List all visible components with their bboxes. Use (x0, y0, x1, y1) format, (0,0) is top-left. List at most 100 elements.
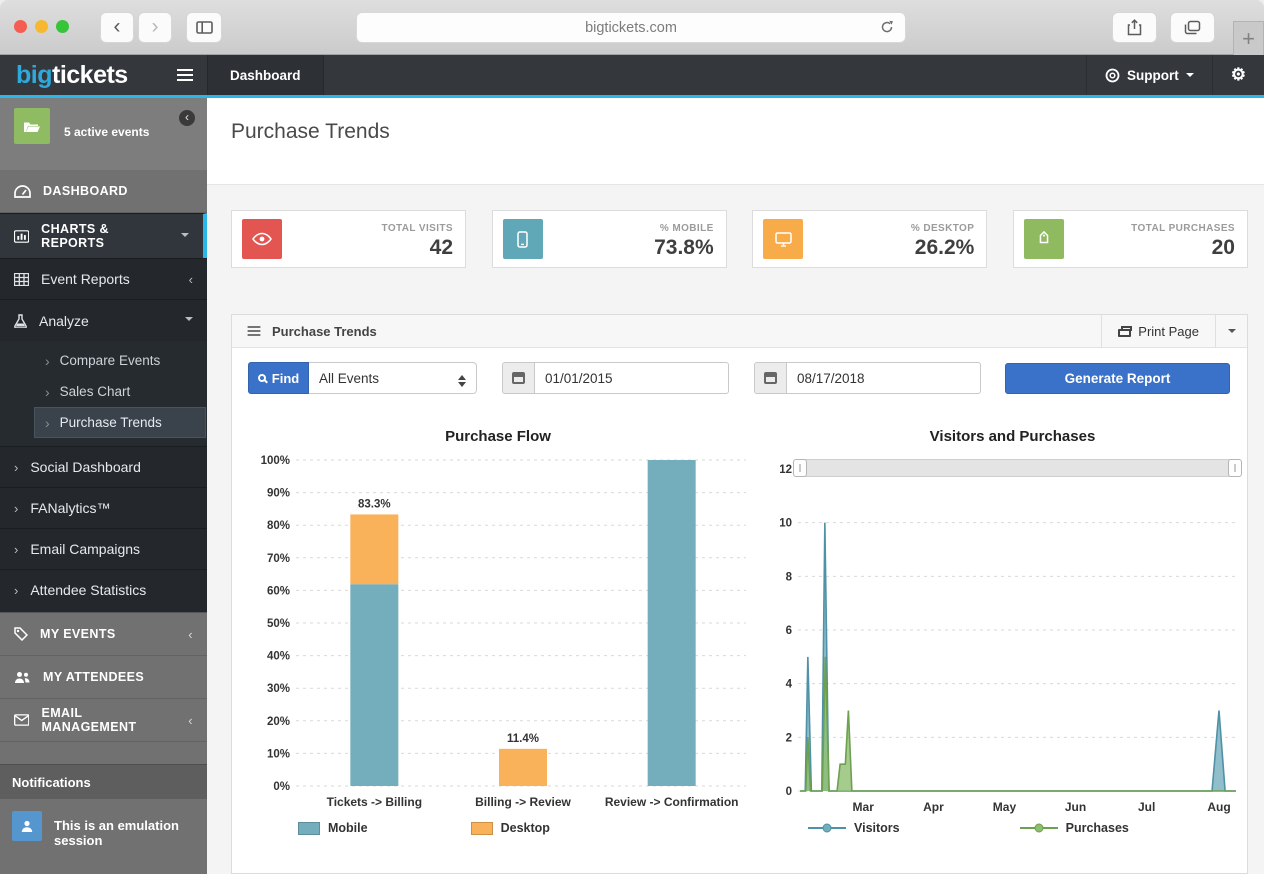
event-filter-select[interactable]: All Events (309, 362, 477, 394)
search-icon (258, 374, 266, 382)
svg-text:0: 0 (786, 786, 792, 798)
svg-text:0%: 0% (273, 781, 290, 793)
chart-title: Visitors and Purchases (768, 428, 1257, 445)
chevron-down-icon (1228, 329, 1236, 337)
active-events-count: 5 active events (64, 125, 149, 139)
brand-logo[interactable]: bigtickets (16, 61, 128, 90)
slider-handle-right[interactable] (1228, 459, 1242, 477)
sidebar-item-analyze[interactable]: Analyze (0, 299, 207, 341)
sidebar: 5 active events ‹ DASHBOARD CHARTS & REP… (0, 98, 207, 874)
forward-button[interactable]: › (138, 12, 172, 43)
close-window-button[interactable] (14, 20, 27, 33)
bar-chart-icon (14, 230, 29, 243)
calendar-icon[interactable] (502, 362, 534, 394)
browser-chrome: ‹ › bigtickets.com + (0, 0, 1264, 55)
submenu-compare-events[interactable]: ›Compare Events (0, 345, 207, 376)
purchase-flow-plot: 0%10%20%30%40%50%60%70%80%90%100%83.3%Ti… (240, 445, 756, 817)
sidebar-item-my-attendees[interactable]: MY ATTENDEES (0, 656, 207, 699)
user-icon (12, 811, 42, 841)
notification-text: This is an emulation session (54, 818, 195, 848)
share-button[interactable] (1112, 12, 1157, 43)
toggle-sidebar-button[interactable] (186, 12, 222, 43)
date-to-input[interactable] (786, 362, 981, 394)
svg-text:4: 4 (786, 679, 793, 691)
folder-open-icon (23, 119, 41, 134)
panel-options-button[interactable] (1215, 315, 1247, 348)
svg-text:100%: 100% (261, 455, 290, 467)
reload-button[interactable] (879, 19, 895, 39)
date-from-input[interactable] (534, 362, 729, 394)
sidebar-item-event-reports[interactable]: Event Reports‹ (0, 258, 207, 299)
tags-icon (1024, 219, 1064, 259)
new-tab-button[interactable]: + (1233, 21, 1264, 57)
stat-value: 26.2% (915, 236, 975, 259)
visitors-purchases-plot: 024681012MarAprMayJunJulAug (768, 445, 1257, 817)
desktop-icon (763, 219, 803, 259)
sidebar-item-social-dashboard[interactable]: ›Social Dashboard (0, 446, 207, 487)
generate-report-button[interactable]: Generate Report (1005, 363, 1230, 394)
range-slider[interactable] (799, 459, 1236, 477)
back-button[interactable]: ‹ (100, 12, 134, 43)
svg-text:10%: 10% (267, 748, 290, 760)
users-icon (14, 671, 31, 684)
page-header: Purchase Trends (207, 98, 1264, 185)
svg-text:10: 10 (779, 518, 792, 530)
x-axis-label: Review -> Confirmation (605, 795, 739, 809)
window-controls[interactable] (14, 20, 69, 33)
active-events-tile[interactable] (14, 108, 50, 144)
panel-menu-icon[interactable] (248, 326, 261, 336)
chevron-down-icon (185, 317, 193, 325)
print-page-button[interactable]: Print Page (1101, 315, 1215, 348)
stat-cards: TOTAL VISITS42 % MOBILE73.8% % DESKTOP26… (231, 210, 1248, 268)
svg-text:8: 8 (786, 571, 793, 583)
sidebar-collapse-button[interactable]: ‹ (179, 110, 195, 126)
page-title: Purchase Trends (231, 120, 1240, 144)
printer-icon (1118, 329, 1131, 337)
submenu-sales-chart[interactable]: ›Sales Chart (0, 376, 207, 407)
mobile-icon (503, 219, 543, 259)
nav-settings[interactable]: ⚙ (1212, 55, 1264, 95)
panel-title: Purchase Trends (272, 324, 377, 339)
x-axis-label: Apr (923, 800, 944, 814)
legend-item-mobile: Mobile (298, 821, 368, 835)
sidebar-item-attendee-statistics[interactable]: ›Attendee Statistics (0, 569, 207, 610)
visitors-purchases-chart: Visitors and Purchases 024681012MarAprMa… (768, 410, 1257, 835)
chevron-right-icon: › (45, 415, 50, 431)
line-marker-icon (808, 823, 846, 833)
svg-text:80%: 80% (267, 520, 290, 532)
sidebar-icon (196, 21, 213, 34)
svg-text:11.4%: 11.4% (507, 733, 539, 745)
eye-icon (242, 219, 282, 259)
chevron-right-icon: › (14, 583, 18, 598)
menu-toggle-icon[interactable] (177, 69, 193, 81)
sidebar-item-charts-reports[interactable]: CHARTS & REPORTS (0, 213, 207, 258)
legend-item-visitors: Visitors (808, 821, 900, 835)
sidebar-gray-section: MY EVENTS‹ MY ATTENDEES EMAIL MANAGEMENT… (0, 612, 207, 764)
minimize-window-button[interactable] (35, 20, 48, 33)
chart-title: Purchase Flow (240, 428, 756, 445)
slider-handle-left[interactable] (793, 459, 807, 477)
x-axis-label: Mar (853, 800, 875, 814)
legend-item-purchases: Purchases (1020, 821, 1129, 835)
calendar-icon[interactable] (754, 362, 786, 394)
nav-dashboard[interactable]: Dashboard (207, 55, 324, 95)
tabs-overview-button[interactable] (1170, 12, 1215, 43)
chevron-down-icon (181, 233, 189, 241)
chevron-down-icon (1186, 73, 1194, 81)
sidebar-item-dashboard[interactable]: DASHBOARD (0, 170, 207, 213)
sidebar-item-fanalytics[interactable]: ›FANalytics™ (0, 487, 207, 528)
sidebar-item-email-management[interactable]: EMAIL MANAGEMENT‹ (0, 699, 207, 742)
sidebar-item-email-campaigns[interactable]: ›Email Campaigns (0, 528, 207, 569)
find-button[interactable]: Find (248, 362, 309, 394)
sidebar-item-my-events[interactable]: MY EVENTS‹ (0, 613, 207, 656)
svg-text:90%: 90% (267, 488, 290, 500)
maximize-window-button[interactable] (56, 20, 69, 33)
url-bar[interactable]: bigtickets.com (356, 12, 906, 43)
x-axis-label: May (993, 800, 1017, 814)
x-axis-label: Billing -> Review (475, 795, 571, 809)
main-content: Purchase Trends TOTAL VISITS42 % MOBILE7… (207, 98, 1264, 874)
nav-support[interactable]: Support (1086, 55, 1212, 95)
svg-text:12: 12 (779, 464, 792, 476)
submenu-purchase-trends[interactable]: ›Purchase Trends (34, 407, 206, 438)
visitors-purchases-legend: Visitors Purchases (808, 821, 1257, 835)
